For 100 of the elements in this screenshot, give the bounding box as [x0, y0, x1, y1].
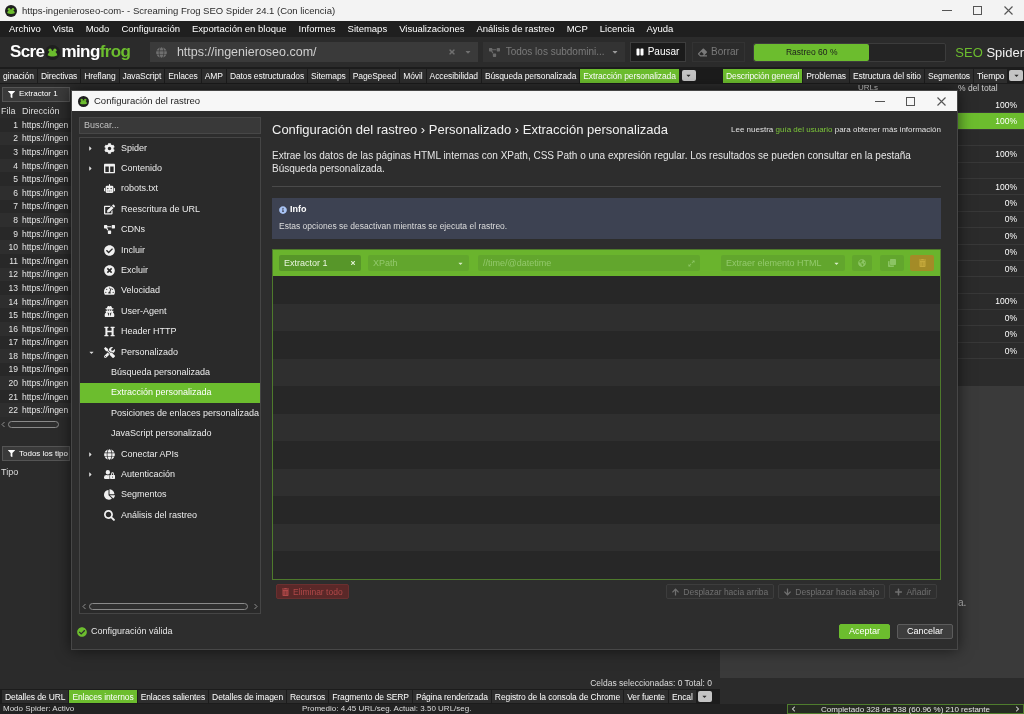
validation-status: Configuración válida: [91, 626, 173, 637]
minimize-icon: [941, 10, 952, 11]
caret-right-icon[interactable]: [88, 144, 93, 152]
table-cell-text: 0%: [1003, 328, 1018, 342]
tab[interactable]: Enlaces salientes: [137, 690, 209, 703]
tree-item[interactable]: Spider: [80, 137, 260, 159]
tree-item[interactable]: CDNs: [80, 219, 260, 240]
row-number: 3: [12, 147, 18, 157]
tree-item[interactable]: Personalizado: [80, 341, 260, 363]
tabs-menu-button[interactable]: [697, 691, 712, 702]
tree-item[interactable]: Reescritura de URL: [80, 199, 260, 220]
tab[interactable]: Problemas: [803, 68, 849, 83]
search-field[interactable]: Buscar...: [79, 117, 261, 134]
tree-item[interactable]: Contenido: [80, 158, 260, 179]
tree-item[interactable]: JavaScript personalizado: [80, 423, 260, 444]
tab[interactable]: Datos estructurados: [226, 68, 308, 83]
tab[interactable]: Tiempo: [974, 68, 1008, 83]
help-text: Lee nuestra guía del usuario para obtener más información: [731, 125, 941, 135]
tools-icon: [103, 346, 115, 358]
tree-item[interactable]: Excluir: [80, 260, 260, 281]
menu-item[interactable]: MCP: [566, 23, 588, 35]
tab[interactable]: Fragmento de SERP: [329, 690, 412, 703]
tab[interactable]: PageSpeed: [349, 68, 400, 83]
chart-text: a.: [958, 597, 967, 609]
tab[interactable]: Enlaces: [165, 68, 201, 83]
tree-item[interactable]: Conectar APIs: [80, 443, 260, 465]
url-field[interactable]: https://ingenieroseo.com/: [149, 42, 478, 62]
tree-item[interactable]: Análisis del rastreo: [80, 505, 260, 526]
filter-dropdown[interactable]: Todos los tipo: [2, 446, 70, 462]
search-icon: [103, 509, 115, 521]
chevron-left-icon[interactable]: [791, 706, 796, 712]
row-number: 17: [7, 337, 18, 348]
pie-chart-icon: [103, 489, 115, 501]
menu-item[interactable]: Informes: [298, 23, 336, 35]
robot-icon: [103, 183, 115, 195]
clear-icon: [447, 48, 456, 56]
tab[interactable]: ginación: [0, 68, 37, 83]
menu-item[interactable]: Vista: [52, 23, 74, 35]
tab[interactable]: Encal: [668, 690, 696, 703]
column-header: Dirección: [21, 105, 60, 117]
caret-right-icon[interactable]: [88, 450, 93, 458]
tabs-menu-button[interactable]: [1009, 70, 1023, 81]
caret-down-icon: [610, 48, 619, 56]
tree-item[interactable]: Incluir: [80, 239, 260, 261]
row-number: 14: [7, 296, 18, 307]
tree-item[interactable]: Velocidad: [80, 280, 260, 302]
pause-button[interactable]: Pausar: [629, 42, 686, 62]
tab[interactable]: Hreflang: [81, 68, 119, 83]
row-number: 20: [7, 378, 18, 389]
menu-item[interactable]: Análisis de rastreo: [476, 23, 555, 35]
column-header: Tipo: [0, 466, 19, 478]
user-lock-icon: [103, 468, 115, 480]
tree-item[interactable]: Búsqueda personalizada: [80, 362, 260, 383]
menu-item[interactable]: Archivo: [9, 23, 41, 35]
chevron-right-icon[interactable]: [1015, 706, 1020, 712]
tab[interactable]: Segmentos: [924, 68, 973, 83]
tree-item[interactable]: robots.txt: [80, 178, 260, 200]
tab[interactable]: JavaScript: [119, 68, 165, 83]
tree-item[interactable]: Autenticación: [80, 464, 260, 485]
tree-item[interactable]: Segmentos: [80, 484, 260, 505]
product-name: SEO Spider: [955, 44, 1024, 60]
tab[interactable]: Detalles de URL: [2, 690, 69, 703]
caret-right-icon[interactable]: [88, 165, 93, 173]
menu-item[interactable]: Exportación en bloque: [192, 23, 287, 35]
caret-down-icon: [463, 48, 472, 56]
tab[interactable]: Accesibilidad: [426, 68, 481, 83]
table-cell-text: https://ingen: [21, 391, 69, 402]
tree-item[interactable]: Header HTTP: [80, 321, 260, 342]
tabs-menu-button[interactable]: [681, 70, 696, 81]
menu-item[interactable]: Ayuda: [646, 23, 674, 35]
tab[interactable]: AMP: [201, 68, 226, 83]
tab[interactable]: Ver fuente: [624, 690, 668, 703]
table-cell-text: https://ingen: [21, 337, 69, 348]
tab[interactable]: Búsqueda personalizada: [481, 68, 580, 83]
tab[interactable]: Recursos: [287, 690, 329, 703]
minimize-icon: [874, 100, 885, 102]
tab[interactable]: Página renderizada: [412, 690, 491, 703]
menu-item[interactable]: Configuración: [121, 23, 181, 35]
tab[interactable]: Registro de la consola de Chrome: [491, 690, 624, 703]
filter-dropdown[interactable]: Extractor 1: [2, 86, 70, 102]
cancel-button[interactable]: Cancelar: [896, 624, 953, 639]
tab[interactable]: Estructura del sitio: [849, 68, 924, 83]
tab[interactable]: Detalles de imagen: [209, 690, 287, 703]
menu-item[interactable]: Sitemaps: [347, 23, 388, 35]
table-cell-text: https://ingen: [21, 310, 69, 321]
tab[interactable]: Móvil: [400, 68, 426, 83]
tree-item[interactable]: Posiciones de enlaces personalizada: [80, 403, 260, 424]
menu-item[interactable]: Modo: [85, 23, 110, 35]
tab[interactable]: Directivas: [37, 68, 81, 83]
row-number: 13: [7, 282, 18, 293]
tree-item[interactable]: User-Agent: [80, 301, 260, 322]
horizontal-scrollbar[interactable]: [81, 602, 259, 611]
tab[interactable]: Sitemaps: [308, 68, 349, 83]
table-cell-text: 0%: [1003, 197, 1018, 211]
menu-item[interactable]: Licencia: [599, 23, 635, 35]
maximize-icon: [906, 96, 915, 106]
row-number: 15: [7, 310, 18, 321]
user-guide-link[interactable]: guía del usuario: [775, 125, 833, 134]
menu-item[interactable]: Visualizaciones: [399, 23, 465, 35]
caret-right-icon[interactable]: [88, 470, 93, 478]
